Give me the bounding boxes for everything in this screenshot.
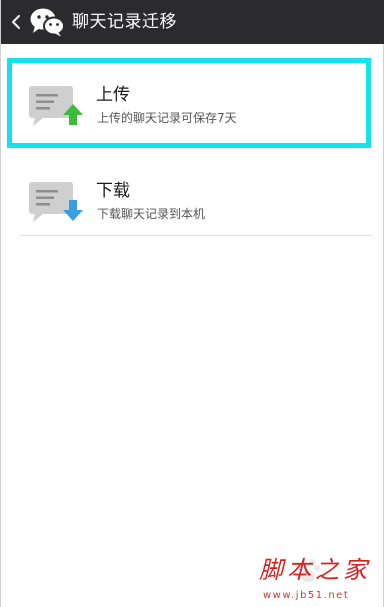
download-item[interactable]: 下载 下载聊天记录到本机 bbox=[19, 166, 373, 236]
highlight-frame bbox=[7, 58, 371, 148]
wechat-logo-icon bbox=[30, 8, 65, 37]
title-bar: 聊天记录迁移 bbox=[1, 0, 384, 44]
chat-migration-screen: 聊天记录迁移 上传 上传的聊天记录可保存7天 下载 下载聊天记录到本机 脚本之家… bbox=[0, 0, 384, 607]
download-title: 下载 bbox=[96, 181, 130, 201]
back-button[interactable] bbox=[9, 11, 23, 33]
chat-download-icon bbox=[29, 182, 83, 222]
chevron-left-icon bbox=[12, 15, 20, 29]
page-title: 聊天记录迁移 bbox=[72, 12, 177, 32]
watermark-url: www.jb51.net bbox=[263, 590, 350, 601]
download-subtitle: 下载聊天记录到本机 bbox=[97, 207, 206, 221]
watermark-logo-text: 脚本之家 bbox=[259, 556, 371, 584]
